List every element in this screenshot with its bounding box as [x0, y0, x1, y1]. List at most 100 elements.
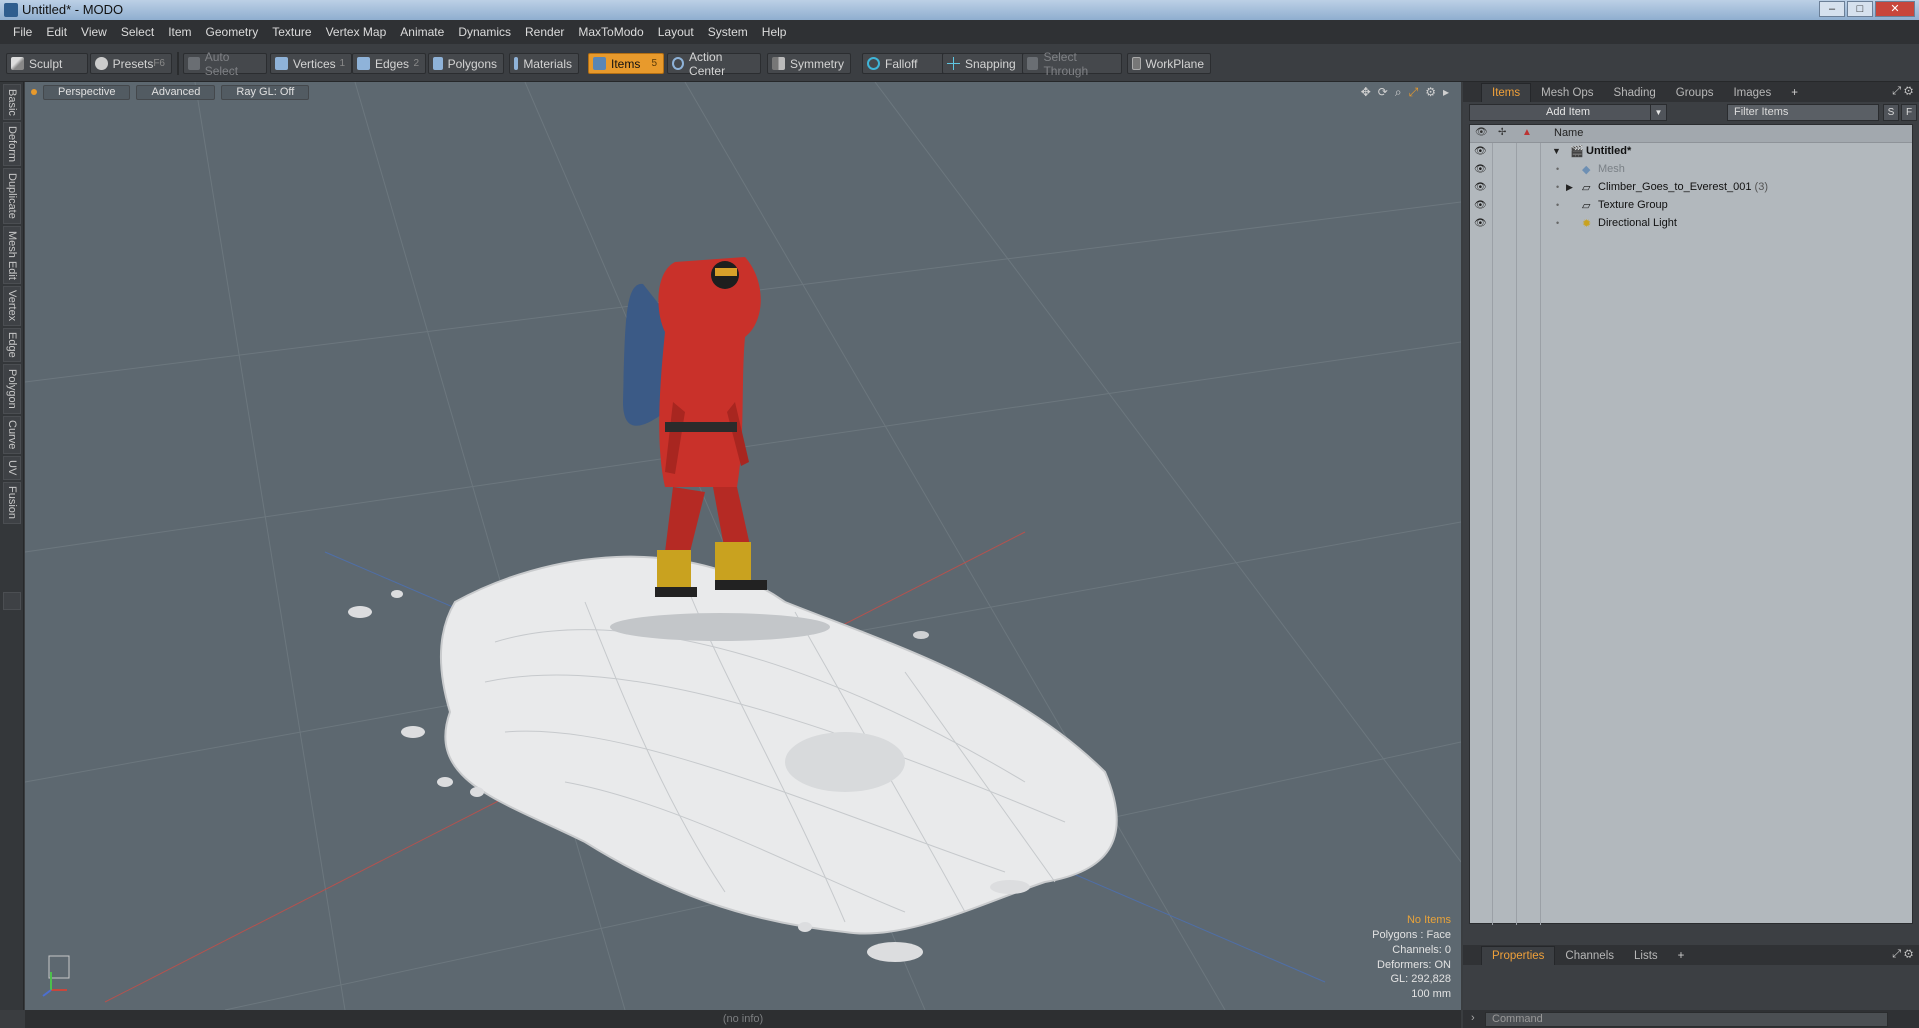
polygons-label: Polygons: [447, 56, 497, 71]
items-label: Items: [611, 56, 641, 71]
vertices-button[interactable]: Vertices 1: [270, 53, 352, 74]
shading-mode-dropdown[interactable]: Advanced: [136, 84, 216, 100]
view-mode-dropdown[interactable]: Perspective: [43, 84, 131, 100]
scene-clapper-icon: 🎬: [1570, 146, 1584, 158]
polygons-button[interactable]: Polygons: [428, 53, 504, 74]
polygons-icon: [433, 57, 443, 70]
viewport-settings-gear-icon[interactable]: ⚙: [1425, 85, 1436, 100]
tab-images[interactable]: Images: [1723, 84, 1781, 102]
menu-item[interactable]: Item: [161, 25, 198, 39]
viewport-active-dot: [31, 89, 37, 95]
close-button[interactable]: ✕: [1875, 1, 1915, 17]
menu-maxtomodo[interactable]: MaxToModo: [571, 25, 650, 39]
tab-mesh-edit[interactable]: Mesh Edit: [3, 226, 21, 284]
tab-fusion[interactable]: Fusion: [3, 482, 21, 524]
tab-curve[interactable]: Curve: [3, 416, 21, 454]
tree-row-texture-group[interactable]: 👁 • ▱ Texture Group: [1470, 197, 1912, 215]
menu-help[interactable]: Help: [755, 25, 794, 39]
tree-item-label: Directional Light: [1598, 217, 1677, 229]
selection-info: No Items: [1406, 914, 1451, 927]
tab-vertex[interactable]: Vertex: [3, 286, 21, 326]
tab-collapse-handle[interactable]: [3, 592, 21, 610]
menu-select[interactable]: Select: [114, 25, 161, 39]
raygl-toggle[interactable]: Ray GL: Off: [221, 84, 310, 100]
tree-row-climber[interactable]: 👁 • ▶ ▱ Climber_Goes_to_Everest_001 (3): [1470, 179, 1912, 197]
workplane-button[interactable]: WorkPlane: [1127, 53, 1211, 74]
auto-select-button[interactable]: Auto Select: [183, 50, 267, 78]
add-tab-plus-icon[interactable]: +: [1668, 947, 1695, 965]
menu-view[interactable]: View: [74, 25, 114, 39]
snapping-button[interactable]: Snapping: [942, 53, 1026, 74]
tab-shading[interactable]: Shading: [1604, 84, 1666, 102]
minimize-button[interactable]: –: [1819, 1, 1845, 17]
tab-properties[interactable]: Properties: [1481, 946, 1556, 965]
viewport-info-bar: (no info): [25, 1010, 1461, 1028]
menu-edit[interactable]: Edit: [39, 25, 74, 39]
tab-duplicate[interactable]: Duplicate: [3, 168, 21, 224]
menu-vertex-map[interactable]: Vertex Map: [319, 25, 394, 39]
add-tab-plus-icon[interactable]: +: [1781, 84, 1808, 102]
menu-animate[interactable]: Animate: [393, 25, 451, 39]
falloff-button[interactable]: Falloff: [862, 53, 946, 74]
menu-file[interactable]: File: [6, 25, 39, 39]
tab-uv[interactable]: UV: [3, 456, 21, 480]
presets-button[interactable]: Presets F6: [90, 53, 172, 74]
menu-system[interactable]: System: [701, 25, 755, 39]
visibility-eye-icon[interactable]: 👁: [1474, 146, 1487, 157]
tab-items[interactable]: Items: [1481, 83, 1532, 102]
fit-icon[interactable]: ⤢: [1409, 85, 1419, 100]
3d-viewport[interactable]: Perspective Advanced Ray GL: Off ✥ ⟳ ⌕ ⤢…: [25, 82, 1461, 1010]
tree-row-directional-light[interactable]: 👁 • ✹ Directional Light: [1470, 215, 1912, 233]
menu-render[interactable]: Render: [518, 25, 571, 39]
add-item-dropdown[interactable]: Add Item ▼: [1469, 104, 1667, 121]
menu-dynamics[interactable]: Dynamics: [451, 25, 518, 39]
axis-gizmo: [42, 955, 70, 997]
collapse-triangle-icon[interactable]: ▼: [1552, 146, 1561, 156]
mesh-cube-icon: ◆: [1582, 164, 1591, 176]
symmetry-button[interactable]: Symmetry: [767, 53, 851, 74]
tab-basic[interactable]: Basic: [3, 84, 21, 120]
visibility-eye-icon[interactable]: 👁: [1474, 218, 1487, 229]
tab-mesh-ops[interactable]: Mesh Ops: [1531, 84, 1603, 102]
pan-icon[interactable]: ✥: [1361, 85, 1371, 100]
visibility-eye-icon[interactable]: 👁: [1474, 164, 1487, 175]
maximize-button[interactable]: □: [1847, 1, 1873, 17]
tab-deform[interactable]: Deform: [3, 122, 21, 166]
child-dot-icon: •: [1556, 200, 1560, 210]
visibility-eye-icon[interactable]: 👁: [1474, 182, 1487, 193]
s-filter-button[interactable]: S: [1883, 104, 1899, 121]
menu-geometry[interactable]: Geometry: [199, 25, 266, 39]
edges-label: Edges: [375, 56, 410, 71]
tab-lists[interactable]: Lists: [1624, 947, 1668, 965]
sculpt-label: Sculpt: [29, 56, 63, 71]
rotate-icon[interactable]: ⟳: [1378, 85, 1388, 100]
channels-info: Channels: 0: [1392, 943, 1451, 956]
expand-triangle-icon[interactable]: ▶: [1566, 182, 1573, 193]
edges-shortcut: 2: [413, 58, 419, 69]
materials-button[interactable]: Materials: [509, 53, 579, 74]
tab-groups[interactable]: Groups: [1666, 84, 1724, 102]
tab-polygon[interactable]: Polygon: [3, 364, 21, 414]
items-button[interactable]: Items 5: [588, 53, 664, 74]
action-center-button[interactable]: Action Center: [667, 50, 761, 78]
visibility-eye-icon[interactable]: 👁: [1474, 200, 1487, 211]
select-through-button[interactable]: Select Through: [1022, 50, 1122, 78]
f-filter-button[interactable]: F: [1901, 104, 1917, 121]
tree-row-scene[interactable]: 👁 ▼ 🎬 Untitled*: [1470, 143, 1912, 161]
sculpt-button[interactable]: Sculpt: [6, 53, 88, 74]
right-panel: Items Mesh Ops Shading Groups Images + ⤢…: [1463, 82, 1919, 1028]
properties-options-gear-icon[interactable]: ⤢ ⚙: [1892, 948, 1913, 961]
expand-arrow-icon[interactable]: ▸: [1443, 85, 1449, 100]
menu-texture[interactable]: Texture: [265, 25, 318, 39]
edges-button[interactable]: Edges 2: [352, 53, 426, 74]
menu-layout[interactable]: Layout: [651, 25, 701, 39]
select-through-icon: [1027, 57, 1039, 70]
zoom-icon[interactable]: ⌕: [1395, 85, 1402, 100]
name-column-header[interactable]: Name: [1554, 127, 1583, 139]
filter-items-input[interactable]: Filter Items: [1727, 104, 1879, 121]
tab-channels[interactable]: Channels: [1555, 947, 1624, 965]
command-input[interactable]: Command: [1485, 1012, 1888, 1027]
panel-options-gear-icon[interactable]: ⤢ ⚙: [1892, 85, 1913, 98]
tab-edge[interactable]: Edge: [3, 328, 21, 362]
tree-row-mesh[interactable]: 👁 • ◆ Mesh: [1470, 161, 1912, 179]
